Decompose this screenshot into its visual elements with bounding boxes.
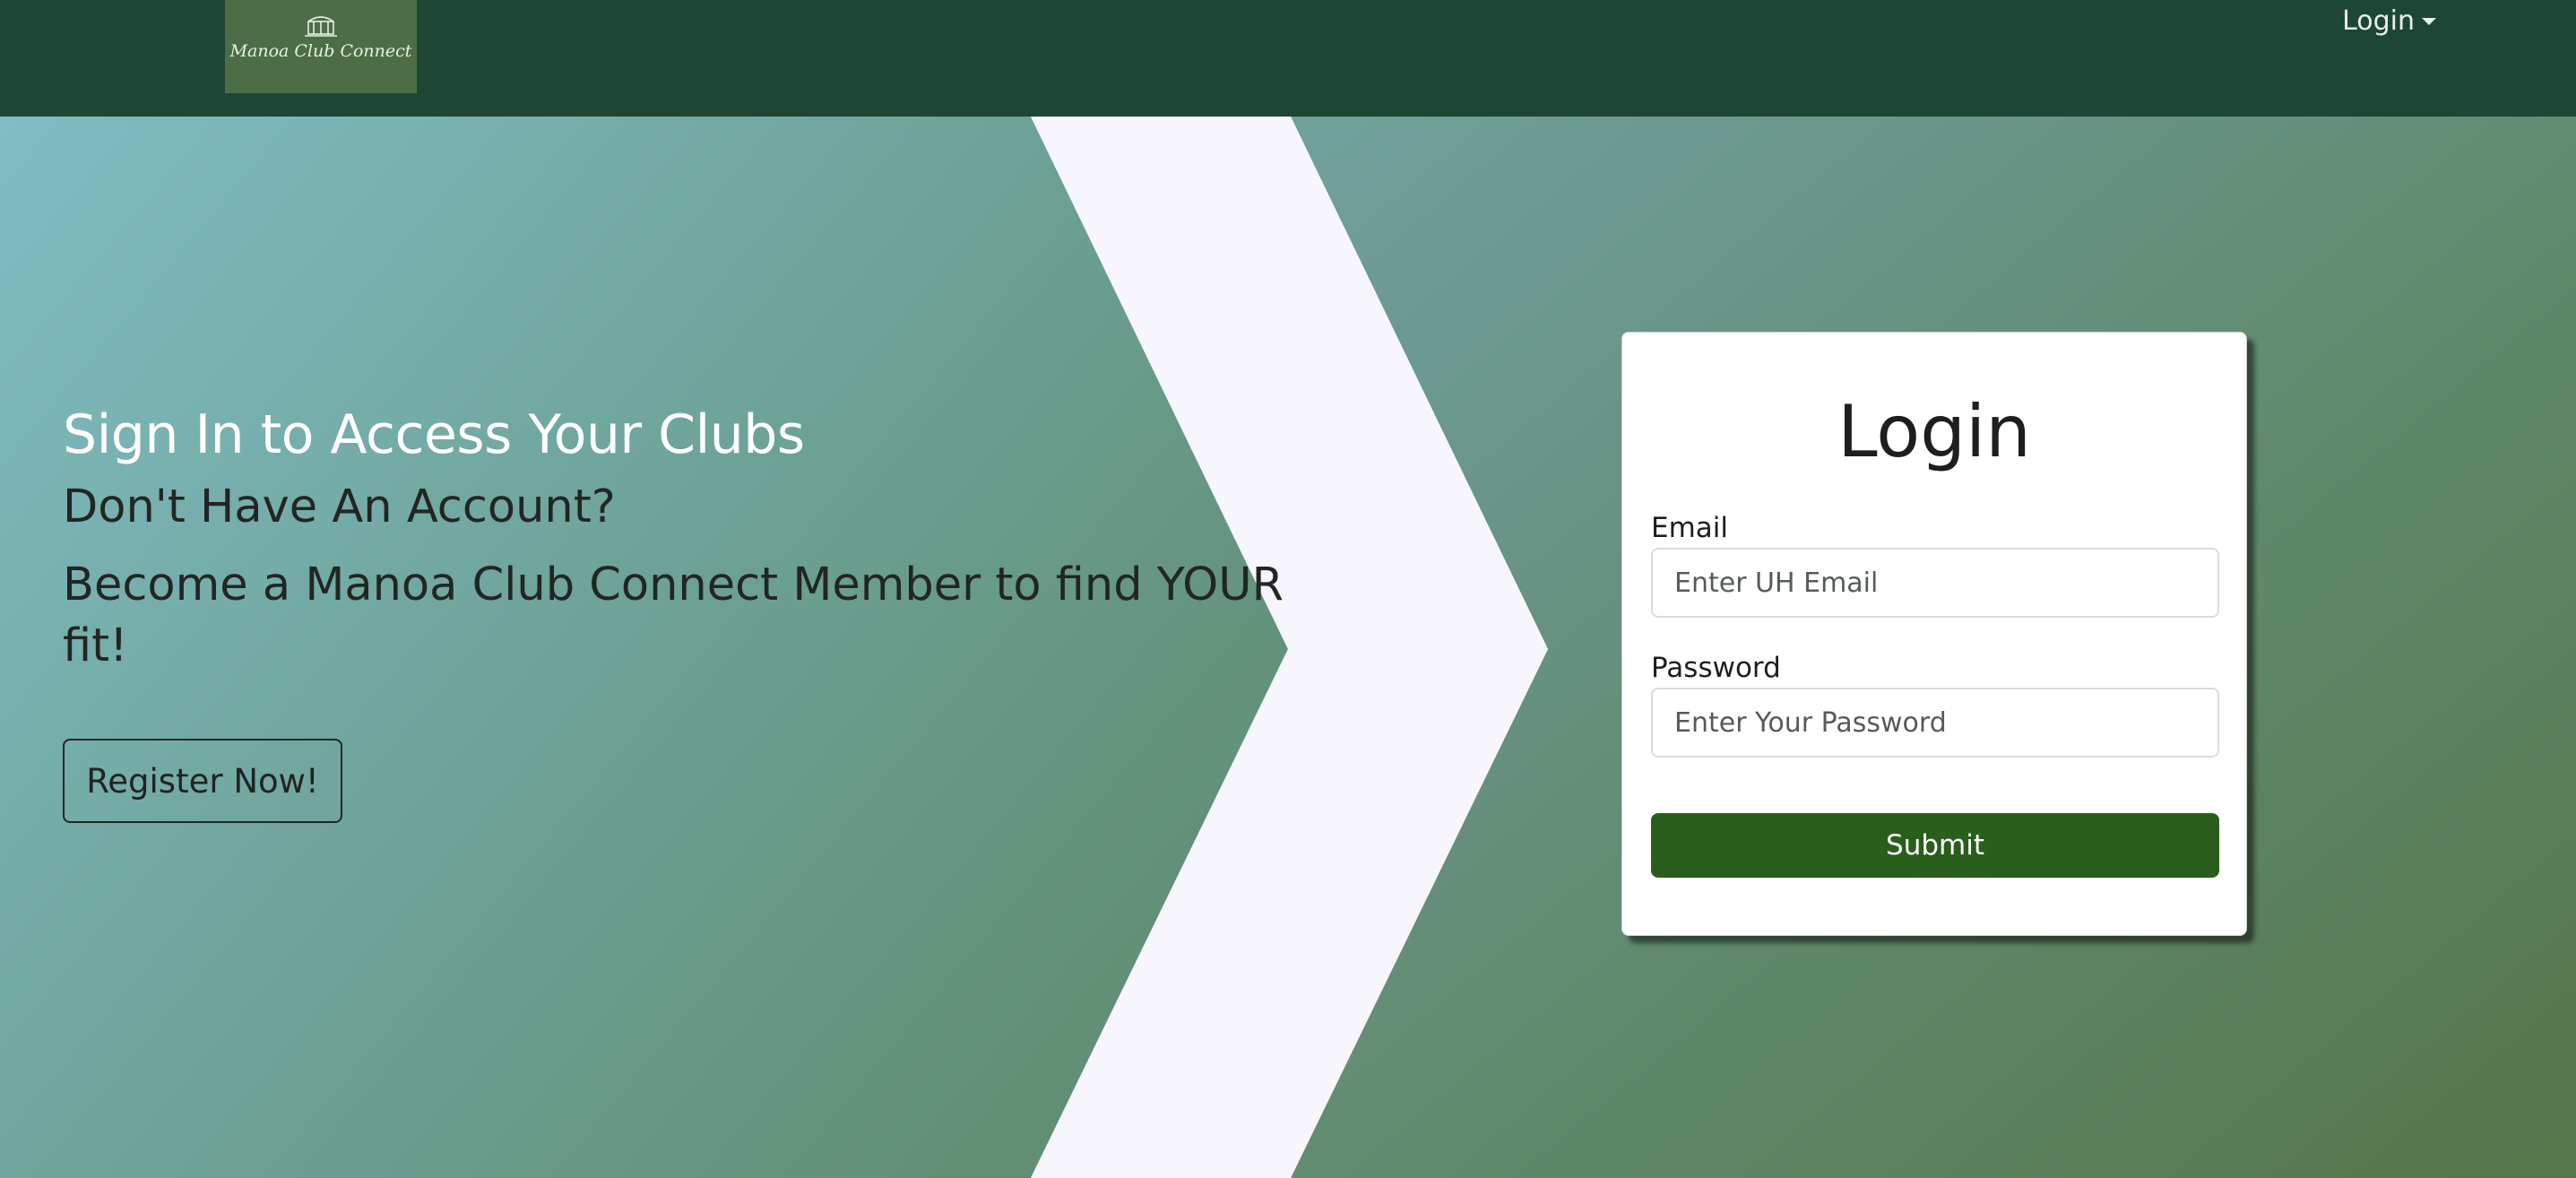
login-dropdown-label: Login: [2342, 5, 2415, 37]
caret-down-icon: [2422, 17, 2436, 25]
submit-button[interactable]: Submit: [1651, 813, 2219, 878]
email-input[interactable]: [1651, 548, 2219, 618]
login-title: Login: [1837, 390, 2031, 473]
register-button[interactable]: Register Now!: [63, 739, 342, 823]
password-label: Password: [1651, 652, 1781, 684]
login-card: Login Email Password Submit: [1621, 332, 2247, 936]
hero-heading: Sign In to Access Your Clubs: [63, 403, 805, 466]
hero-subheading: Don't Have An Account?: [63, 481, 616, 533]
logo-text: Manoa Club Connect: [229, 41, 412, 61]
login-dropdown[interactable]: Login: [2342, 5, 2436, 37]
logo-emblem-icon: [305, 16, 337, 37]
navbar: Manoa Club Connect Login: [0, 0, 2576, 117]
hero-tagline: Become a Manoa Club Connect Member to fi…: [63, 559, 1284, 672]
site-logo[interactable]: Manoa Club Connect: [225, 0, 417, 93]
password-input[interactable]: [1651, 688, 2219, 758]
email-label: Email: [1651, 512, 1729, 544]
hero-text: Sign In to Access Your Clubs Don't Have …: [63, 403, 1291, 677]
hero-section: Sign In to Access Your Clubs Don't Have …: [0, 117, 2576, 1178]
